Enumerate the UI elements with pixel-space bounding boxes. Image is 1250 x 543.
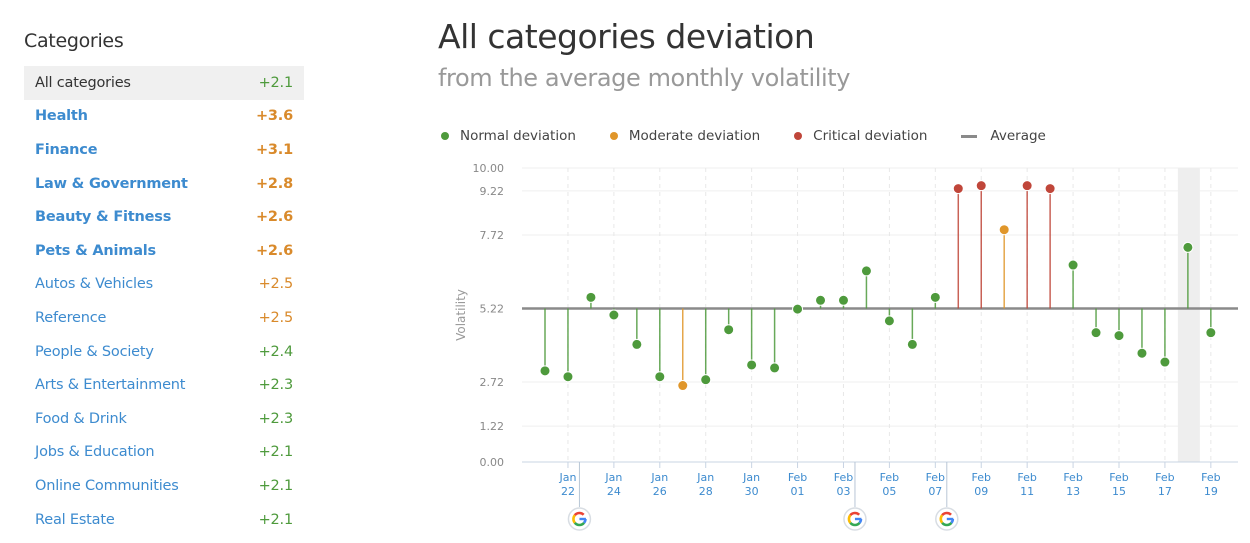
data-point-moderate [677, 380, 689, 392]
data-point-normal [1159, 356, 1171, 368]
y-tick-label: 0.00 [480, 456, 505, 469]
data-point-normal [700, 374, 712, 386]
data-point-normal [1067, 259, 1079, 271]
x-tick-day: 09 [974, 485, 988, 498]
x-tick-month: Jan [558, 471, 576, 484]
x-tick-day: 24 [607, 485, 621, 498]
data-point-normal [1090, 327, 1102, 339]
x-tick-day: 05 [882, 485, 896, 498]
y-tick-label: 5.22 [480, 303, 505, 316]
data-point-moderate [998, 224, 1010, 236]
x-tick-month: Jan [742, 471, 760, 484]
x-tick-month: Feb [926, 471, 945, 484]
data-point-critical [975, 180, 987, 192]
x-tick-month: Feb [1063, 471, 1082, 484]
x-tick-month: Feb [1017, 471, 1036, 484]
x-tick-month: Jan [604, 471, 622, 484]
data-point-normal [906, 338, 918, 350]
google-update-icon[interactable] [843, 507, 867, 531]
data-point-normal [860, 265, 872, 277]
google-update-icon[interactable] [935, 507, 959, 531]
data-point-normal [631, 338, 643, 350]
x-tick-day: 07 [928, 485, 942, 498]
x-tick-month: Feb [880, 471, 899, 484]
x-tick-day: 03 [836, 485, 850, 498]
data-point-normal [1113, 330, 1125, 342]
y-tick-label: 9.22 [480, 185, 505, 198]
x-tick-day: 30 [745, 485, 759, 498]
x-tick-month: Jan [650, 471, 668, 484]
data-point-normal [792, 303, 804, 315]
data-point-critical [1044, 183, 1056, 195]
data-point-normal [815, 294, 827, 306]
data-point-normal [883, 315, 895, 327]
y-tick-label: 10.00 [473, 162, 505, 175]
y-tick-label: 2.72 [480, 376, 505, 389]
highlight-band [1177, 168, 1200, 462]
x-tick-day: 17 [1158, 485, 1172, 498]
x-tick-day: 26 [653, 485, 667, 498]
data-point-critical [1021, 180, 1033, 192]
x-tick-month: Feb [971, 471, 990, 484]
data-point-normal [585, 291, 597, 303]
x-tick-month: Feb [1109, 471, 1128, 484]
data-point-critical [952, 183, 964, 195]
x-tick-day: 11 [1020, 485, 1034, 498]
data-point-normal [654, 371, 666, 383]
data-point-normal [539, 365, 551, 377]
data-point-normal [608, 309, 620, 321]
data-point-normal [837, 294, 849, 306]
deviation-chart: 0.001.222.725.227.729.2210.00Jan22Jan24J… [454, 162, 1238, 531]
data-point-normal [746, 359, 758, 371]
x-tick-day: 15 [1112, 485, 1126, 498]
x-tick-month: Feb [1155, 471, 1174, 484]
data-point-normal [723, 324, 735, 336]
x-tick-day: 01 [791, 485, 805, 498]
google-update-icon[interactable] [567, 507, 592, 531]
x-tick-month: Feb [788, 471, 807, 484]
y-tick-label: 7.72 [480, 229, 505, 242]
data-point-normal [929, 291, 941, 303]
y-axis-label: Volatility [454, 289, 468, 341]
data-point-normal [769, 362, 781, 374]
x-tick-month: Feb [1201, 471, 1220, 484]
data-point-normal [1205, 327, 1217, 339]
x-tick-day: 19 [1204, 485, 1218, 498]
x-tick-month: Jan [696, 471, 714, 484]
x-tick-month: Feb [834, 471, 853, 484]
data-point-normal [1182, 241, 1194, 253]
y-tick-label: 1.22 [480, 420, 505, 433]
x-tick-day: 13 [1066, 485, 1080, 498]
x-tick-day: 28 [699, 485, 713, 498]
data-point-normal [562, 371, 574, 383]
data-point-normal [1136, 347, 1148, 359]
x-tick-day: 22 [561, 485, 575, 498]
